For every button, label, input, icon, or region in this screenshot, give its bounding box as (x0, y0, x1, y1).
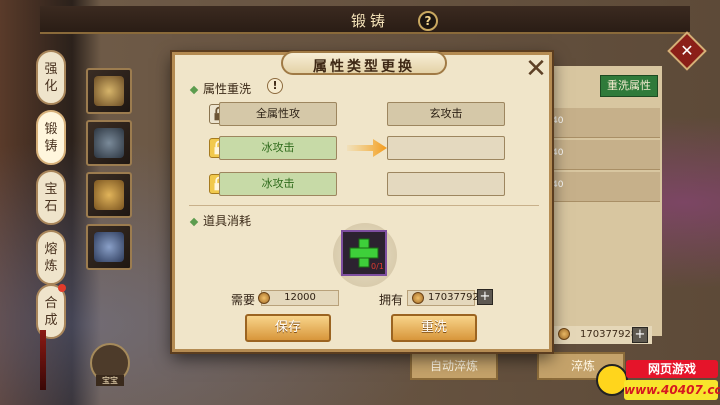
need-value: 12000 (284, 292, 316, 303)
equipment-slot-weapon[interactable] (86, 172, 132, 218)
current-attribute-1: 全属性攻 (219, 102, 337, 126)
add-currency-button[interactable]: + (477, 289, 493, 305)
tab-gem[interactable]: 宝 石 (36, 170, 66, 225)
current-attribute-2: 冰攻击 (219, 136, 337, 160)
notification-badge (58, 284, 66, 292)
dialog-close-button[interactable]: ✕ (523, 56, 549, 83)
equipment-slot-boots[interactable] (86, 224, 132, 270)
tab-label: 宝 石 (44, 182, 58, 214)
brand-watermark: 网页游戏 www.40407.com (596, 360, 720, 402)
tab-label: 强 化 (44, 62, 58, 94)
save-button[interactable]: 保存 (245, 314, 331, 342)
section-attribute-reset: 属性重洗 (189, 80, 251, 97)
armor-icon (94, 128, 124, 158)
equipment-slot-armor[interactable] (86, 120, 132, 166)
own-currency-display: 170377928 (407, 290, 485, 306)
equipment-slot-necklace[interactable] (86, 68, 132, 114)
section-divider (189, 205, 539, 206)
diamond-bullet-icon (189, 217, 199, 226)
current-attribute-3: 冰攻击 (219, 172, 337, 196)
new-attribute-3 (387, 172, 505, 196)
tab-label: 熔 炼 (44, 242, 58, 274)
add-currency-button[interactable]: + (632, 327, 648, 343)
boots-icon (94, 232, 124, 262)
tab-smelt[interactable]: 熔 炼 (36, 230, 66, 285)
tab-label: 合 成 (44, 296, 58, 328)
info-icon[interactable]: ! (267, 78, 283, 94)
necklace-icon (94, 76, 124, 106)
need-label: 需要 (231, 293, 256, 307)
tab-strip: 强 化 锻 铸 宝 石 熔 炼 合 成 (28, 36, 72, 339)
attribute-change-dialog: 属性类型更换 ✕ 属性重洗 ! 全属性攻 冰攻击 冰攻击 玄攻击 道具消耗 0/… (172, 51, 552, 352)
brand-line-2: www.40407.com (624, 380, 720, 400)
tab-label: 锻 铸 (44, 122, 58, 154)
coin-icon (412, 292, 424, 304)
close-icon: ✕ (680, 41, 694, 60)
own-label: 拥有 (379, 293, 404, 307)
need-cost-display: 12000 (258, 290, 339, 306)
auto-refine-button[interactable]: 自动淬炼 (410, 352, 498, 380)
owned-currency-display: 170377928 + (542, 326, 652, 344)
new-attribute-2 (387, 136, 505, 160)
avatar-label: 宝宝 (96, 375, 124, 386)
dialog-title: 属性类型更换 (313, 59, 415, 75)
help-icon[interactable]: ? (418, 11, 438, 31)
owned-value: 170377928 (580, 329, 638, 340)
consume-item-slot[interactable]: 0/1 (341, 230, 387, 276)
reset-attribute-button[interactable]: 重洗属性 (600, 75, 658, 97)
tab-forge[interactable]: 锻 铸 (36, 110, 66, 165)
page-title: 锻铸 (350, 12, 389, 30)
arrow-right-icon (347, 139, 387, 157)
consume-count: 0/1 (371, 262, 384, 271)
tab-enhance[interactable]: 强 化 (36, 50, 66, 105)
section-item-consume: 道具消耗 (189, 212, 251, 229)
rewash-button[interactable]: 重洗 (391, 314, 477, 342)
new-attribute-1: 玄攻击 (387, 102, 505, 126)
diamond-bullet-icon (189, 85, 199, 94)
brand-line-1: 网页游戏 (626, 360, 718, 378)
tassel-decoration (40, 330, 46, 390)
dialog-title-banner: 属性类型更换 (281, 51, 447, 75)
weapon-icon (94, 180, 124, 210)
coin-icon (558, 328, 570, 340)
